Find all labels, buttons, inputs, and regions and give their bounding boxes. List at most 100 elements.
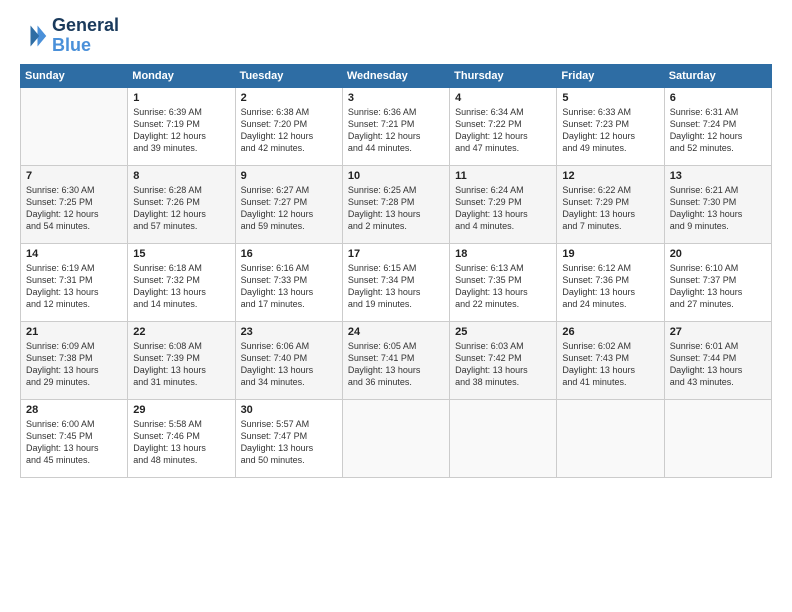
calendar-cell <box>664 399 771 477</box>
day-info: Sunrise: 6:22 AM Sunset: 7:29 PM Dayligh… <box>562 184 658 233</box>
day-number: 18 <box>455 248 551 260</box>
day-number: 25 <box>455 326 551 338</box>
day-number: 5 <box>562 92 658 104</box>
calendar-cell: 6 Sunrise: 6:31 AM Sunset: 7:24 PM Daylig… <box>664 87 771 165</box>
day-number: 23 <box>241 326 337 338</box>
day-info: Sunrise: 6:16 AM Sunset: 7:33 PM Dayligh… <box>241 262 337 311</box>
calendar-cell: 14 Sunrise: 6:19 AM Sunset: 7:31 PM Dayli… <box>21 243 128 321</box>
col-header-monday: Monday <box>128 64 235 87</box>
calendar-cell: 2 Sunrise: 6:38 AM Sunset: 7:20 PM Daylig… <box>235 87 342 165</box>
calendar-cell: 27 Sunrise: 6:01 AM Sunset: 7:44 PM Dayli… <box>664 321 771 399</box>
day-number: 7 <box>26 170 122 182</box>
calendar-cell: 17Sunrise: 6:15 AM Sunset: 7:34 PM Dayli… <box>342 243 449 321</box>
day-info: Sunrise: 6:18 AM Sunset: 7:32 PM Dayligh… <box>133 262 229 311</box>
calendar-cell: 10 Sunrise: 6:25 AM Sunset: 7:28 PM Dayli… <box>342 165 449 243</box>
day-info: Sunrise: 6:36 AM Sunset: 7:21 PM Dayligh… <box>348 106 444 155</box>
day-number: 12 <box>562 170 658 182</box>
calendar-cell: 1 Sunrise: 6:39 AM Sunset: 7:19 PM Daylig… <box>128 87 235 165</box>
day-number: 29 <box>133 404 229 416</box>
col-header-sunday: Sunday <box>21 64 128 87</box>
day-info: Sunrise: 6:25 AM Sunset: 7:28 PM Dayligh… <box>348 184 444 233</box>
day-number: 16 <box>241 248 337 260</box>
day-number: 26 <box>562 326 658 338</box>
day-info: Sunrise: 5:57 AM Sunset: 7:47 PM Dayligh… <box>241 418 337 467</box>
calendar-cell: 28Sunrise: 6:00 AM Sunset: 7:45 PM Dayli… <box>21 399 128 477</box>
day-info: Sunrise: 6:30 AM Sunset: 7:25 PM Dayligh… <box>26 184 122 233</box>
day-info: Sunrise: 6:13 AM Sunset: 7:35 PM Dayligh… <box>455 262 551 311</box>
calendar-row: 28Sunrise: 6:00 AM Sunset: 7:45 PM Dayli… <box>21 399 772 477</box>
day-number: 11 <box>455 170 551 182</box>
calendar-cell: 5Sunrise: 6:33 AM Sunset: 7:23 PM Daylig… <box>557 87 664 165</box>
col-header-thursday: Thursday <box>450 64 557 87</box>
calendar-cell: 24 Sunrise: 6:05 AM Sunset: 7:41 PM Dayli… <box>342 321 449 399</box>
day-info: Sunrise: 6:19 AM Sunset: 7:31 PM Dayligh… <box>26 262 122 311</box>
day-number: 21 <box>26 326 122 338</box>
day-info: Sunrise: 5:58 AM Sunset: 7:46 PM Dayligh… <box>133 418 229 467</box>
calendar-row: 7 Sunrise: 6:30 AM Sunset: 7:25 PM Daylig… <box>21 165 772 243</box>
calendar-cell: 19Sunrise: 6:12 AM Sunset: 7:36 PM Dayli… <box>557 243 664 321</box>
day-info: Sunrise: 6:03 AM Sunset: 7:42 PM Dayligh… <box>455 340 551 389</box>
day-number: 8 <box>133 170 229 182</box>
col-header-friday: Friday <box>557 64 664 87</box>
day-info: Sunrise: 6:38 AM Sunset: 7:20 PM Dayligh… <box>241 106 337 155</box>
page-header: General Blue <box>20 16 772 56</box>
calendar-cell: 11 Sunrise: 6:24 AM Sunset: 7:29 PM Dayli… <box>450 165 557 243</box>
column-headers: SundayMondayTuesdayWednesdayThursdayFrid… <box>21 64 772 87</box>
calendar-cell: 21 Sunrise: 6:09 AM Sunset: 7:38 PM Dayli… <box>21 321 128 399</box>
calendar-cell: 12 Sunrise: 6:22 AM Sunset: 7:29 PM Dayli… <box>557 165 664 243</box>
calendar-cell: 15 Sunrise: 6:18 AM Sunset: 7:32 PM Dayli… <box>128 243 235 321</box>
calendar-table: SundayMondayTuesdayWednesdayThursdayFrid… <box>20 64 772 478</box>
col-header-tuesday: Tuesday <box>235 64 342 87</box>
day-number: 3 <box>348 92 444 104</box>
day-info: Sunrise: 6:34 AM Sunset: 7:22 PM Dayligh… <box>455 106 551 155</box>
calendar-cell: 13 Sunrise: 6:21 AM Sunset: 7:30 PM Dayli… <box>664 165 771 243</box>
col-header-wednesday: Wednesday <box>342 64 449 87</box>
logo: General Blue <box>20 16 119 56</box>
day-number: 14 <box>26 248 122 260</box>
col-header-saturday: Saturday <box>664 64 771 87</box>
calendar-cell: 4Sunrise: 6:34 AM Sunset: 7:22 PM Daylig… <box>450 87 557 165</box>
day-number: 10 <box>348 170 444 182</box>
calendar-cell <box>557 399 664 477</box>
day-number: 2 <box>241 92 337 104</box>
day-number: 27 <box>670 326 766 338</box>
calendar-cell: 18 Sunrise: 6:13 AM Sunset: 7:35 PM Dayli… <box>450 243 557 321</box>
day-number: 1 <box>133 92 229 104</box>
calendar-row: 1 Sunrise: 6:39 AM Sunset: 7:19 PM Daylig… <box>21 87 772 165</box>
day-info: Sunrise: 6:10 AM Sunset: 7:37 PM Dayligh… <box>670 262 766 311</box>
calendar-cell: 16 Sunrise: 6:16 AM Sunset: 7:33 PM Dayli… <box>235 243 342 321</box>
day-info: Sunrise: 6:24 AM Sunset: 7:29 PM Dayligh… <box>455 184 551 233</box>
day-number: 9 <box>241 170 337 182</box>
calendar-cell <box>342 399 449 477</box>
calendar-cell: 8Sunrise: 6:28 AM Sunset: 7:26 PM Daylig… <box>128 165 235 243</box>
day-info: Sunrise: 6:01 AM Sunset: 7:44 PM Dayligh… <box>670 340 766 389</box>
day-number: 17 <box>348 248 444 260</box>
day-number: 13 <box>670 170 766 182</box>
day-info: Sunrise: 6:39 AM Sunset: 7:19 PM Dayligh… <box>133 106 229 155</box>
calendar-cell: 3 Sunrise: 6:36 AM Sunset: 7:21 PM Daylig… <box>342 87 449 165</box>
day-number: 24 <box>348 326 444 338</box>
calendar-row: 21 Sunrise: 6:09 AM Sunset: 7:38 PM Dayli… <box>21 321 772 399</box>
calendar-cell: 23Sunrise: 6:06 AM Sunset: 7:40 PM Dayli… <box>235 321 342 399</box>
day-number: 20 <box>670 248 766 260</box>
day-info: Sunrise: 6:31 AM Sunset: 7:24 PM Dayligh… <box>670 106 766 155</box>
day-number: 19 <box>562 248 658 260</box>
logo-icon <box>20 22 48 50</box>
calendar-cell: 30 Sunrise: 5:57 AM Sunset: 7:47 PM Dayli… <box>235 399 342 477</box>
day-number: 15 <box>133 248 229 260</box>
day-info: Sunrise: 6:00 AM Sunset: 7:45 PM Dayligh… <box>26 418 122 467</box>
calendar-cell: 29 Sunrise: 5:58 AM Sunset: 7:46 PM Dayli… <box>128 399 235 477</box>
logo-text: General Blue <box>52 16 119 56</box>
day-info: Sunrise: 6:21 AM Sunset: 7:30 PM Dayligh… <box>670 184 766 233</box>
day-number: 6 <box>670 92 766 104</box>
calendar-cell: 25 Sunrise: 6:03 AM Sunset: 7:42 PM Dayli… <box>450 321 557 399</box>
calendar-cell: 26 Sunrise: 6:02 AM Sunset: 7:43 PM Dayli… <box>557 321 664 399</box>
day-info: Sunrise: 6:09 AM Sunset: 7:38 PM Dayligh… <box>26 340 122 389</box>
calendar-cell: 7 Sunrise: 6:30 AM Sunset: 7:25 PM Daylig… <box>21 165 128 243</box>
calendar-cell: 22Sunrise: 6:08 AM Sunset: 7:39 PM Dayli… <box>128 321 235 399</box>
calendar-cell: 20 Sunrise: 6:10 AM Sunset: 7:37 PM Dayli… <box>664 243 771 321</box>
day-number: 30 <box>241 404 337 416</box>
calendar-row: 14 Sunrise: 6:19 AM Sunset: 7:31 PM Dayli… <box>21 243 772 321</box>
day-info: Sunrise: 6:05 AM Sunset: 7:41 PM Dayligh… <box>348 340 444 389</box>
day-info: Sunrise: 6:02 AM Sunset: 7:43 PM Dayligh… <box>562 340 658 389</box>
